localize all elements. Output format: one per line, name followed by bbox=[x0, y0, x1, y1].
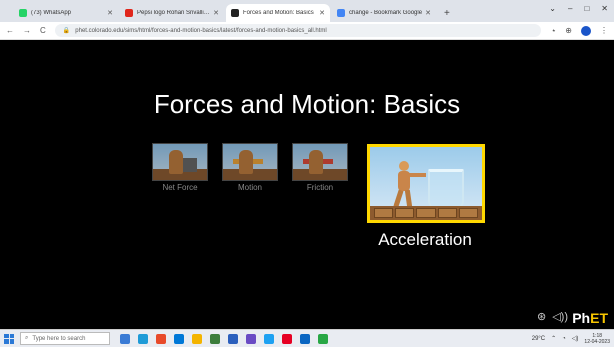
url-text: phet.colorado.edu/sims/html/forces-and-m… bbox=[75, 27, 327, 34]
phet-menu-logo[interactable]: PhET bbox=[572, 310, 608, 326]
sky-background bbox=[370, 147, 482, 209]
pusher-figure-icon bbox=[393, 161, 426, 208]
maximize-icon[interactable]: □ bbox=[584, 4, 589, 13]
back-icon[interactable]: ← bbox=[6, 26, 14, 35]
keyboard-help-icon[interactable]: ⊛ bbox=[537, 310, 546, 323]
browser-tools: ⋆ ⊕ ⋮ bbox=[551, 25, 608, 36]
clock[interactable]: 1:18 12-04-2023 bbox=[584, 333, 610, 345]
close-icon[interactable]: ✕ bbox=[319, 9, 325, 17]
chevron-up-icon[interactable]: ⌃ bbox=[551, 335, 556, 342]
windows-start-icon[interactable] bbox=[4, 333, 14, 344]
system-tray: 29°C ⌃ ◔ ◁) 1:18 12-04-2023 bbox=[532, 333, 610, 345]
taskbar-search[interactable]: ⌕ Type here to search bbox=[20, 332, 110, 345]
taskbar-app-icon[interactable] bbox=[282, 333, 292, 344]
tab-whatsapp[interactable]: (73) WhatsApp ✕ bbox=[14, 4, 118, 22]
profile-avatar[interactable] bbox=[581, 25, 591, 36]
water-bucket-icon bbox=[428, 169, 464, 209]
close-icon[interactable]: ✕ bbox=[107, 9, 113, 17]
screen-label: Net Force bbox=[162, 183, 198, 192]
screen-label: Motion bbox=[237, 183, 262, 192]
taskbar-app-icon[interactable] bbox=[300, 333, 310, 344]
tab-title: Forces and Motion: Basics bbox=[243, 10, 314, 16]
close-window-icon[interactable]: ✕ bbox=[601, 4, 608, 13]
network-icon[interactable]: ◔ bbox=[562, 336, 566, 342]
address-bar: ← → C 🔒 phet.colorado.edu/sims/html/forc… bbox=[0, 22, 614, 40]
google-icon bbox=[337, 9, 345, 17]
taskbar-app-icon[interactable] bbox=[246, 333, 256, 344]
taskbar-app-icon[interactable] bbox=[138, 333, 148, 344]
brick-floor bbox=[370, 206, 482, 220]
extensions-icon[interactable]: ⊕ bbox=[565, 26, 572, 35]
volume-icon[interactable]: ◁) bbox=[572, 335, 579, 342]
page-title: Forces and Motion: Basics bbox=[153, 89, 461, 119]
taskbar-app-icon[interactable] bbox=[174, 333, 184, 344]
new-tab-button[interactable]: + bbox=[438, 8, 456, 22]
close-icon[interactable]: ✕ bbox=[425, 9, 431, 17]
screen-button-friction[interactable]: Friction bbox=[292, 143, 348, 192]
screen-button-net-force[interactable]: Net Force bbox=[152, 143, 208, 192]
url-field[interactable]: 🔒 phet.colorado.edu/sims/html/forces-and… bbox=[54, 24, 542, 37]
menu-icon[interactable]: ⋮ bbox=[600, 26, 608, 35]
tab-google[interactable]: change - Bookmark Google ✕ bbox=[332, 4, 436, 22]
selected-screen-label: Acceleration bbox=[378, 230, 472, 249]
tab-title: change - Bookmark Google bbox=[349, 10, 423, 16]
bookmark-icon[interactable]: ⋆ bbox=[551, 26, 556, 35]
tab-search-icon[interactable]: ⌄ bbox=[549, 4, 556, 13]
search-icon: ⌕ bbox=[25, 335, 29, 341]
sim-controls: ⊛ ◁)) bbox=[537, 310, 568, 323]
whatsapp-icon bbox=[19, 9, 27, 17]
motion-thumbnail bbox=[222, 143, 278, 181]
pusher-icon bbox=[239, 150, 253, 174]
screen-button-acceleration[interactable] bbox=[367, 144, 485, 223]
taskbar-app-icon[interactable] bbox=[210, 333, 220, 344]
window-controls: ⌄ – □ ✕ bbox=[549, 4, 608, 13]
reload-icon[interactable]: C bbox=[40, 26, 46, 35]
sound-icon[interactable]: ◁)) bbox=[552, 310, 568, 323]
phet-icon bbox=[231, 9, 239, 17]
minimize-icon[interactable]: – bbox=[568, 4, 572, 13]
puller-icon bbox=[169, 150, 183, 174]
taskbar-app-icon[interactable] bbox=[120, 333, 130, 344]
cart-icon bbox=[181, 158, 197, 172]
weather-text[interactable]: 29°C bbox=[532, 336, 545, 342]
tab-phet[interactable]: Forces and Motion: Basics ✕ bbox=[226, 4, 330, 22]
tab-bar: (73) WhatsApp ✕ Pepsi logo Rohan Srivall… bbox=[0, 0, 614, 22]
search-placeholder: Type here to search bbox=[32, 335, 86, 342]
taskbar: ⌕ Type here to search 29°C ⌃ ◔ ◁) 1:18 1… bbox=[0, 329, 614, 347]
forward-icon[interactable]: → bbox=[23, 26, 31, 35]
screen-label: Friction bbox=[306, 183, 334, 192]
tab-title: (73) WhatsApp bbox=[31, 10, 72, 16]
taskbar-app-icon[interactable] bbox=[228, 333, 238, 344]
tab-title: Pepsi logo Rohan Srivalli Ch bbox=[137, 10, 211, 16]
pusher-icon bbox=[309, 150, 323, 174]
screen-button-motion[interactable]: Motion bbox=[222, 143, 278, 192]
taskbar-app-icon[interactable] bbox=[318, 333, 328, 344]
taskbar-app-icon[interactable] bbox=[264, 333, 274, 344]
taskbar-app-icon[interactable] bbox=[156, 333, 166, 344]
youtube-icon bbox=[125, 9, 133, 17]
taskbar-app-icon[interactable] bbox=[192, 333, 202, 344]
pinned-apps bbox=[120, 333, 328, 344]
net-force-thumbnail bbox=[152, 143, 208, 181]
lock-icon: 🔒 bbox=[62, 28, 71, 34]
simulation-home-screen: Forces and Motion: Basics Net Force Moti… bbox=[0, 41, 614, 329]
friction-thumbnail bbox=[292, 143, 348, 181]
close-icon[interactable]: ✕ bbox=[213, 9, 219, 17]
tab-youtube[interactable]: Pepsi logo Rohan Srivalli Ch ✕ bbox=[120, 4, 224, 22]
